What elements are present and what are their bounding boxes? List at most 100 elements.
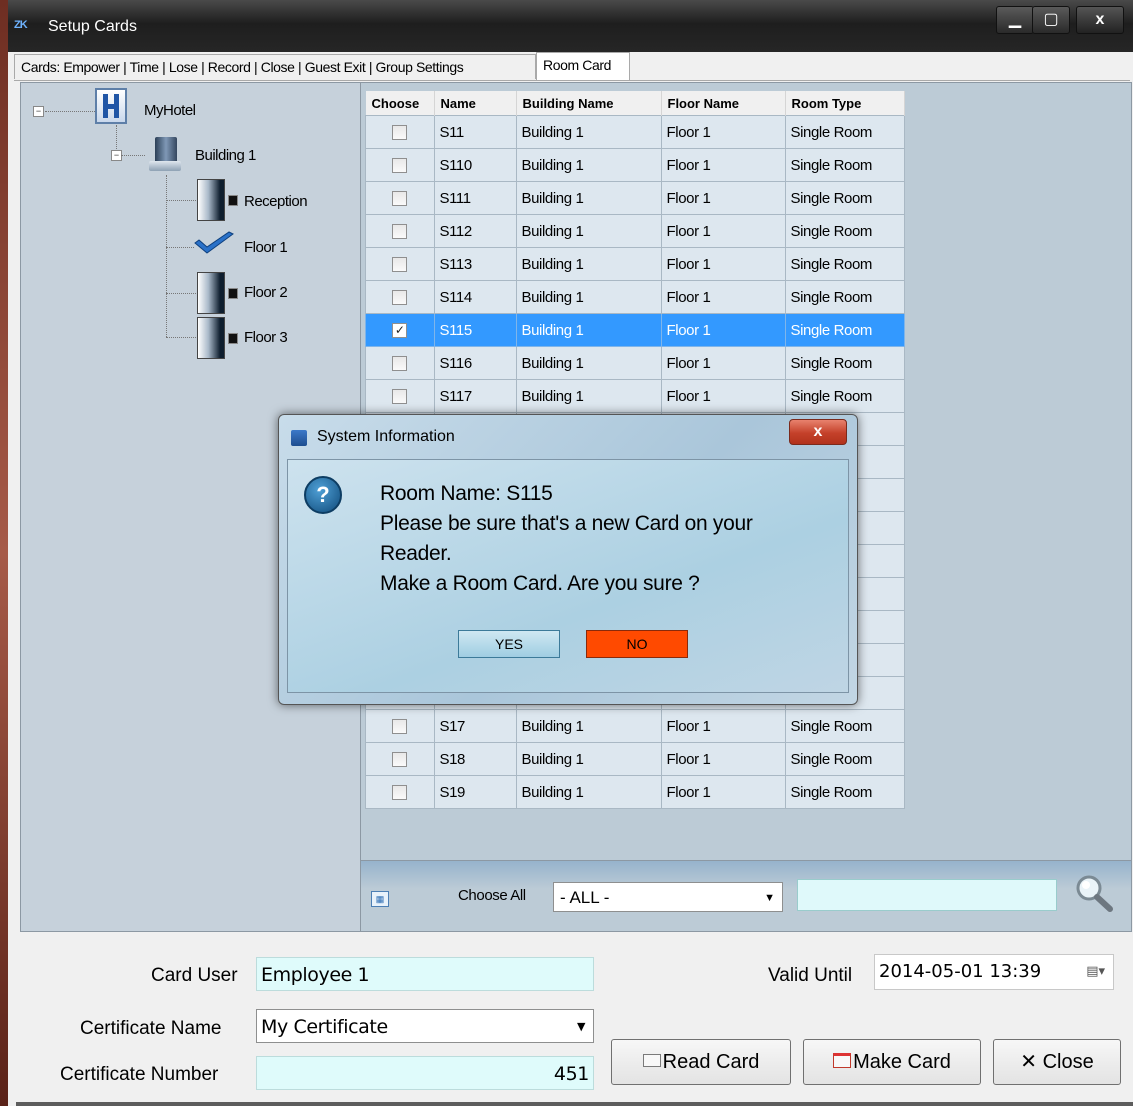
building-name-cell: Building 1 [515,379,662,413]
table-row[interactable]: ✓ S115 Building 1 Floor 1 Single Room [365,313,905,347]
column-header-room-type[interactable]: Room Type [785,91,905,116]
grid-footer: ▦ Choose All - ALL - ▼ [360,860,1132,932]
row-checkbox[interactable] [392,785,408,801]
dialog-title: System Information [317,428,455,445]
floor-name-cell: Floor 1 [660,709,786,743]
table-row[interactable]: S110 Building 1 Floor 1 Single Room [365,148,905,182]
table-row[interactable]: S113 Building 1 Floor 1 Single Room [365,247,905,281]
tree-node-myhotel[interactable]: MyHotel [144,102,196,119]
building-name-cell: Building 1 [515,346,662,380]
dialog-close-button[interactable]: x [789,419,847,445]
row-checkbox[interactable] [392,389,408,405]
row-checkbox[interactable] [392,125,408,141]
room-type-cell: Single Room [784,214,905,248]
row-checkbox[interactable] [392,191,408,207]
tree-node-floor-2[interactable]: Floor 2 [244,284,288,301]
tab-cards-settings[interactable]: Cards: Empower | Time | Lose | Record | … [14,54,536,79]
column-header-choose[interactable]: Choose [365,91,435,116]
row-checkbox[interactable] [392,158,408,174]
yes-button[interactable]: YES [458,630,560,658]
table-row[interactable]: S114 Building 1 Floor 1 Single Room [365,280,905,314]
row-checkbox-cell [365,181,435,215]
building-name-cell: Building 1 [515,742,662,776]
calendar-dropdown-icon[interactable]: ▤▾ [1086,955,1105,989]
floor-name-cell: Floor 1 [660,214,786,248]
row-checkbox-cell [365,115,435,149]
app-icon [291,430,307,446]
row-checkbox-cell [365,709,435,743]
building-name-cell: Building 1 [515,115,662,149]
window-close-button[interactable]: x [1076,6,1124,34]
row-checkbox[interactable] [392,224,408,240]
tree-node-floor-3[interactable]: Floor 3 [244,329,288,346]
floor-name-cell: Floor 1 [660,775,786,809]
lock-icon [228,288,238,299]
desktop-background [0,0,8,1106]
tree-node-floor-1[interactable]: Floor 1 [244,239,288,256]
room-type-cell: Single Room [784,247,905,281]
room-type-cell: Single Room [784,148,905,182]
table-row[interactable]: S116 Building 1 Floor 1 Single Room [365,346,905,380]
table-row[interactable]: S111 Building 1 Floor 1 Single Room [365,181,905,215]
valid-until-field[interactable]: 2014-05-01 13:39 ▤▾ [874,954,1114,990]
room-name-cell: S19 [433,775,517,809]
search-icon[interactable] [1073,873,1113,913]
close-button[interactable]: ✕ Close [993,1039,1121,1085]
building-name-cell: Building 1 [515,775,662,809]
window-title: Setup Cards [48,18,137,35]
make-card-button[interactable]: Make Card [803,1039,981,1085]
door-icon [197,179,225,221]
app-logo: ZK [14,19,28,31]
row-checkbox[interactable] [392,257,408,273]
room-type-cell: Single Room [784,709,905,743]
room-name-cell: S116 [433,346,517,380]
choose-all-label[interactable]: Choose All [458,887,526,904]
maximize-button[interactable]: ▢ [1032,6,1070,34]
column-header-name[interactable]: Name [434,91,517,116]
tree-node-building[interactable]: Building 1 [195,147,256,164]
door-icon [197,317,225,359]
room-name-cell: S117 [433,379,517,413]
grid-layout-icon[interactable]: ▦ [371,891,389,907]
search-input[interactable] [797,879,1057,911]
tab-room-card[interactable]: Room Card [536,52,630,80]
certificate-name-value: My Certificate [261,1016,388,1038]
tree-node-reception[interactable]: Reception [244,193,308,210]
read-card-button[interactable]: Read Card [611,1039,791,1085]
row-checkbox-cell [365,148,435,182]
table-row[interactable]: S117 Building 1 Floor 1 Single Room [365,379,905,413]
table-row[interactable]: S18 Building 1 Floor 1 Single Room [365,742,905,776]
dialog-message-line: Reader. [380,542,452,565]
row-checkbox-cell: ✓ [365,313,435,347]
room-name-cell: S115 [433,313,517,347]
lock-icon [228,333,238,344]
card-user-field[interactable]: Employee 1 [256,957,594,991]
no-button[interactable]: NO [586,630,688,658]
row-checkbox[interactable] [392,719,408,735]
column-header-floor[interactable]: Floor Name [661,91,786,116]
table-row[interactable]: S11 Building 1 Floor 1 Single Room [365,115,905,149]
card-icon [642,1054,661,1068]
certificate-name-select[interactable]: My Certificate ▼ [256,1009,594,1043]
row-checkbox-cell [365,280,435,314]
filter-select[interactable]: - ALL - ▼ [553,882,783,912]
row-checkbox[interactable] [392,290,408,306]
table-row[interactable]: S17 Building 1 Floor 1 Single Room [365,709,905,743]
floor-name-cell: Floor 1 [660,181,786,215]
row-checkbox[interactable] [392,356,408,372]
row-checkbox-cell [365,379,435,413]
row-checkbox[interactable] [392,752,408,768]
collapse-icon[interactable]: − [33,106,44,117]
hotel-icon [95,88,127,124]
column-header-building[interactable]: Building Name [516,91,662,116]
row-checkbox[interactable]: ✓ [392,323,408,339]
chevron-down-icon: ▼ [576,1020,585,1033]
title-bar[interactable]: ZK Setup Cards ▁ ▢ x [8,0,1133,52]
floor-name-cell: Floor 1 [660,346,786,380]
table-row[interactable]: S112 Building 1 Floor 1 Single Room [365,214,905,248]
lock-icon [228,195,238,206]
certificate-number-field[interactable]: 451 [256,1056,594,1090]
minimize-button[interactable]: ▁ [996,6,1034,34]
table-row[interactable]: S19 Building 1 Floor 1 Single Room [365,775,905,809]
system-information-dialog: System Information x ? Room Name: S115 P… [278,414,858,705]
